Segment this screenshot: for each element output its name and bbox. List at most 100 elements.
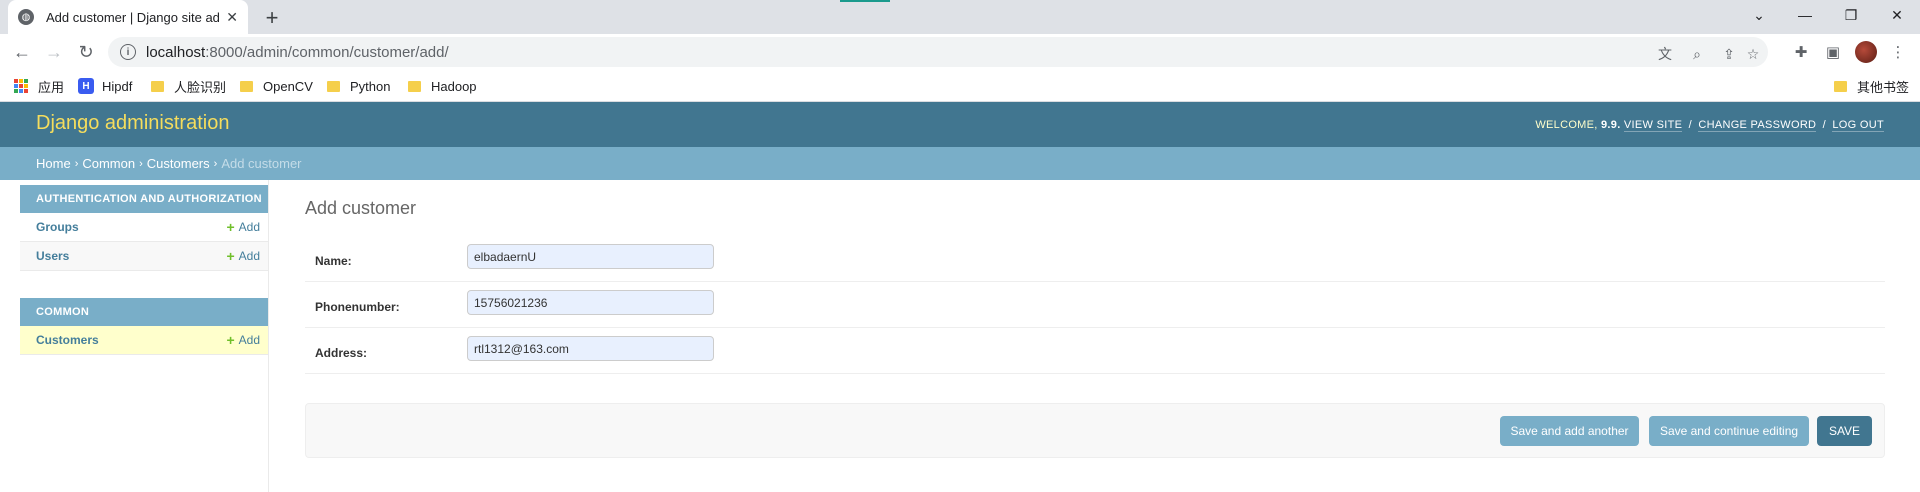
profile-avatar[interactable]	[1855, 41, 1877, 63]
bookmark-star-icon[interactable]: ☆	[1744, 45, 1762, 63]
model-link-users[interactable]: Users	[36, 249, 69, 263]
tab-title: Add customer | Django site ad	[46, 9, 220, 25]
username: 9.9	[1601, 119, 1618, 131]
breadcrumb-separator: ›	[139, 157, 143, 170]
breadcrumb-model[interactable]: Customers	[147, 156, 210, 171]
sidebar-item-groups: Groups + Add	[20, 213, 268, 242]
add-customers-link[interactable]: + Add	[226, 332, 260, 348]
form-row-address: Address:	[305, 328, 1885, 374]
translate-icon[interactable]: 文	[1656, 45, 1674, 63]
share-icon[interactable]: ⇪	[1720, 45, 1738, 63]
model-link-customers[interactable]: Customers	[36, 333, 99, 347]
name-label: Name:	[315, 254, 352, 268]
address-input[interactable]	[467, 336, 714, 361]
log-out-link[interactable]: LOG OUT	[1832, 119, 1884, 132]
add-groups-link[interactable]: + Add	[226, 219, 260, 235]
bookmark-label: 人脸识别	[174, 79, 227, 95]
plus-icon: +	[226, 332, 235, 348]
breadcrumb-separator: ›	[213, 157, 218, 170]
url-path: :8000/admin/common/customer/add/	[205, 43, 449, 61]
bookmark-label: OpenCV	[263, 78, 313, 94]
form-row-name: Name:	[305, 236, 1885, 282]
close-tab-icon[interactable]: ✕	[226, 9, 238, 26]
site-brand[interactable]: Django administration	[36, 112, 229, 135]
add-label: Add	[238, 249, 260, 263]
separator: /	[1688, 119, 1692, 131]
sidebar-item-customers: Customers + Add	[20, 326, 268, 355]
add-users-link[interactable]: + Add	[226, 248, 260, 264]
view-site-link[interactable]: VIEW SITE	[1623, 119, 1683, 132]
bookmark-label: 应用	[38, 79, 65, 95]
bookmark-hadoop[interactable]: Hadoop	[408, 76, 477, 96]
site-info-icon[interactable]: i	[120, 44, 136, 60]
tabstrip-accent	[840, 0, 890, 2]
page-title: Add customer	[305, 198, 417, 218]
browser-toolbar: ← → ↻ i localhost :8000/admin/common/cus…	[0, 34, 1920, 70]
module-common: COMMON Customers + Add	[20, 298, 268, 355]
back-arrow-icon[interactable]: ←	[8, 38, 36, 66]
change-password-link[interactable]: CHANGE PASSWORD	[1698, 119, 1817, 132]
bookmark-label: Hipdf	[102, 78, 133, 94]
address-label: Address:	[315, 346, 368, 360]
name-input[interactable]	[467, 244, 714, 269]
save-button[interactable]: SAVE	[1817, 416, 1872, 446]
breadcrumb-app[interactable]: Common	[82, 156, 135, 171]
user-tools: WELCOME, 9.9. VIEW SITE / CHANGE PASSWOR…	[1535, 119, 1884, 132]
url-host: localhost	[146, 43, 206, 61]
bookmark-apps[interactable]: 应用	[14, 76, 64, 96]
plus-icon: +	[226, 219, 235, 235]
browser-tab-active[interactable]: ◍ Add customer | Django site ad ✕	[8, 0, 248, 34]
folder-icon	[240, 80, 253, 92]
bookmark-label: 其他书签	[1857, 79, 1910, 95]
tab-search-chevron-icon[interactable]: ⌄	[1736, 0, 1782, 30]
address-bar[interactable]: i localhost :8000/admin/common/customer/…	[108, 37, 1768, 67]
module-caption[interactable]: AUTHENTICATION AND AUTHORIZATION	[20, 185, 268, 213]
plus-icon: +	[226, 248, 235, 264]
save-and-add-another-button[interactable]: Save and add another	[1500, 416, 1639, 446]
breadcrumb-current: Add customer	[221, 156, 302, 171]
bookmark-face-recognition[interactable]: 人脸识别	[151, 76, 226, 96]
minimize-button[interactable]: —	[1782, 0, 1828, 30]
add-label: Add	[238, 333, 260, 347]
forward-arrow-icon[interactable]: →	[40, 38, 68, 66]
model-link-groups[interactable]: Groups	[36, 220, 79, 234]
phonenumber-label: Phonenumber:	[315, 300, 400, 314]
bookmark-label: Python	[350, 78, 391, 94]
separator: /	[1822, 119, 1827, 131]
folder-icon	[1834, 80, 1847, 92]
extensions-puzzle-icon[interactable]: ✚	[1790, 41, 1812, 63]
hipdf-icon: H	[78, 78, 94, 94]
bookmark-other[interactable]: 其他书签	[1834, 76, 1909, 96]
phonenumber-input[interactable]	[467, 290, 714, 315]
breadcrumb-separator: ›	[74, 157, 79, 170]
breadcrumb-home[interactable]: Home	[36, 156, 71, 171]
bookmark-hipdf[interactable]: H Hipdf	[78, 76, 132, 96]
module-caption[interactable]: COMMON	[20, 298, 268, 326]
folder-icon	[151, 80, 164, 92]
browser-tabstrip: ◍ Add customer | Django site ad ✕ + ⌄ — …	[0, 0, 1920, 34]
nav-sidebar: AUTHENTICATION AND AUTHORIZATION Groups …	[20, 180, 269, 492]
zoom-icon[interactable]: ⌕	[1688, 45, 1706, 63]
bookmark-opencv[interactable]: OpenCV	[240, 76, 313, 96]
globe-icon: ◍	[18, 9, 34, 25]
menu-kebab-icon[interactable]: ⋮	[1887, 41, 1909, 63]
folder-icon	[327, 80, 340, 92]
breadcrumb: Home › Common › Customers › Add customer	[0, 147, 1920, 180]
admin-header: Django administration WELCOME, 9.9. VIEW…	[0, 102, 1920, 147]
new-tab-button[interactable]: +	[258, 4, 286, 32]
bookmarks-bar: 应用 H Hipdf 人脸识别 OpenCV Python Hadoop 其他书…	[0, 70, 1920, 102]
restore-button[interactable]: ❐	[1828, 0, 1874, 30]
add-label: Add	[238, 220, 260, 234]
side-panel-icon[interactable]: ▣	[1822, 41, 1844, 63]
bookmark-python[interactable]: Python	[327, 76, 390, 96]
folder-icon	[408, 80, 421, 92]
save-and-continue-button[interactable]: Save and continue editing	[1649, 416, 1809, 446]
submit-row: Save and add another Save and continue e…	[305, 403, 1885, 458]
form-row-phonenumber: Phonenumber:	[305, 282, 1885, 328]
reload-icon[interactable]: ↻	[72, 38, 100, 66]
close-window-button[interactable]: ✕	[1874, 0, 1920, 30]
apps-icon	[14, 79, 28, 93]
main-content: Add customer Name: Phonenumber: Address:…	[305, 180, 1885, 492]
module-auth: AUTHENTICATION AND AUTHORIZATION Groups …	[20, 185, 268, 271]
welcome-text: WELCOME,	[1535, 119, 1598, 131]
